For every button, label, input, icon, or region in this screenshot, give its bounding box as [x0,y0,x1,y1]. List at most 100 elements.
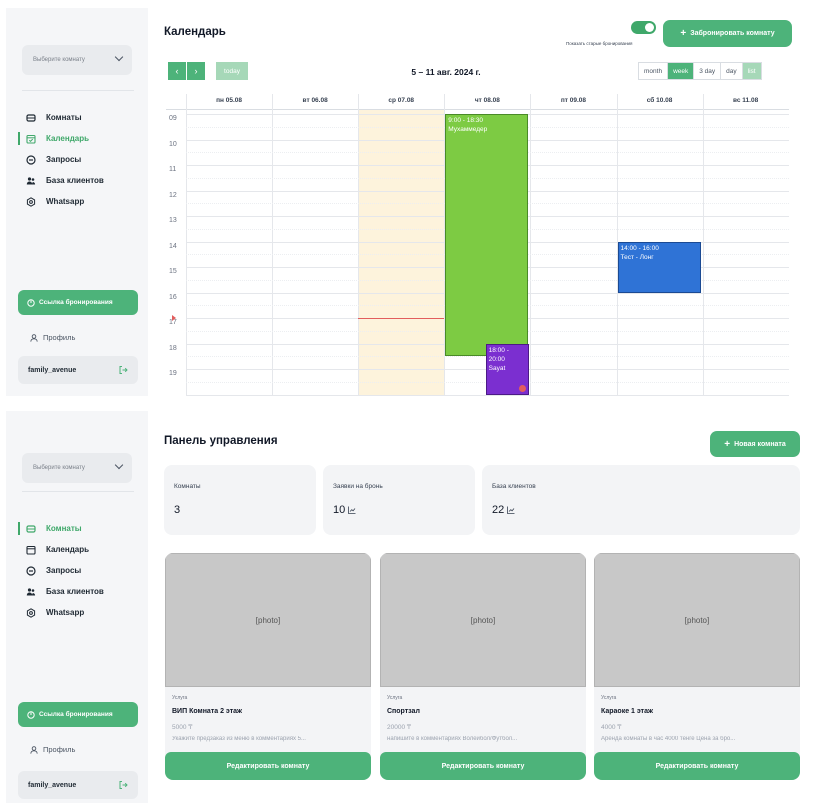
user-icon [30,333,38,342]
sidebar-item-label: Запросы [46,155,82,164]
sidebar-item-label: Календарь [46,545,90,554]
day-header: вт 06.08 [302,97,328,104]
view-3day-button[interactable]: 3 day [694,63,722,79]
sidebar-item-clients[interactable]: База клиентов [6,581,148,602]
dashboard-screen: Выберите комнату Комнаты Календарь Запро… [6,411,810,803]
sidebar-item-whatsapp[interactable]: Whatsapp [6,602,148,623]
room-kind: Услуга [601,695,617,701]
room-card: [photo] Услуга ВИП Комната 2 этаж 5000 ₸… [165,553,371,780]
divider [22,491,134,492]
calendar-icon [26,545,36,555]
hour-label: 19 [169,370,177,377]
view-switcher: month week 3 day day list [638,62,762,80]
calendar-event[interactable]: 14:00 - 16:00 Тест - Лонг [617,241,701,293]
chevron-down-icon [114,460,124,470]
trend-chart-icon [348,506,356,514]
sidebar-item-requests[interactable]: Запросы [6,149,148,170]
hour-label: 09 [169,115,177,122]
user-box: family_avenue [18,771,138,799]
logout-icon[interactable] [118,365,128,375]
edit-room-button[interactable]: Редактировать комнату [594,752,800,780]
room-select-placeholder: Выберите комнату [33,57,85,63]
today-button[interactable]: today [216,62,248,80]
chevron-left-icon: ‹ [175,66,179,76]
profile-link[interactable]: Профиль [30,333,75,342]
sidebar-item-calendar[interactable]: Календарь [6,539,148,560]
book-room-label: Забронировать комнату [690,30,775,37]
room-name: Спортзал [387,708,420,715]
day-header: вс 11.08 [733,97,759,104]
sidebar-item-rooms[interactable]: Комнаты [6,107,148,128]
booking-link-button[interactable]: Ссылка бронирования [18,702,138,727]
link-icon [27,298,35,307]
day-header: ср 07.08 [388,97,415,104]
sidebar-item-calendar[interactable]: Календарь [6,128,148,149]
event-status-dot [518,384,526,392]
trend-chart-icon [507,506,515,514]
room-photo: [photo] [594,553,800,687]
calendar-event[interactable]: 9:00 - 18:30 Мухаммедер [445,114,529,357]
room-price: 4000 ₸ [601,724,622,731]
room-price: 20000 ₸ [387,724,412,731]
booking-link-button[interactable]: Ссылка бронирования [18,290,138,315]
sidebar-nav: Комнаты Календарь Запросы База клиентов … [6,518,148,623]
current-time-arrow [172,315,176,321]
show-old-bookings-toggle[interactable] [631,21,656,34]
week-calendar-grid[interactable]: пн 05.08 вт 06.08 ср 07.08 чт 08.08 пт 09.08… [166,94,789,396]
stat-value: 10 [333,504,346,516]
event-title: Мухаммедер [448,126,488,133]
view-list-button[interactable]: list [742,63,761,79]
username: family_avenue [28,781,77,789]
sidebar-item-rooms[interactable]: Комнаты [6,518,148,539]
view-week-button[interactable]: week [668,63,695,79]
day-header: пт 09.08 [560,97,587,104]
event-time: 18:00 - 20:00 [488,346,509,363]
hour-label: 13 [169,217,177,224]
edit-room-button[interactable]: Редактировать комнату [380,752,586,780]
calendar-event[interactable]: 18:00 - 20:00 Sayat [485,343,529,395]
chevron-down-icon [114,52,124,62]
sidebar-item-whatsapp[interactable]: Whatsapp [6,191,148,212]
hour-gridline [186,394,789,396]
day-header: сб 10.08 [646,97,673,104]
edit-room-button[interactable]: Редактировать комнату [165,752,371,780]
whatsapp-icon [26,607,36,618]
date-range: 5 – 11 авг. 2024 г. [411,67,481,77]
new-room-button[interactable]: + Новая комната [710,431,800,457]
sidebar-item-clients[interactable]: База клиентов [6,170,148,191]
view-day-button[interactable]: day [721,63,743,79]
day-header: пн 05.08 [216,97,243,104]
day-header-row: пн 05.08 вт 06.08 ср 07.08 чт 08.08 пт 09.08… [166,94,789,110]
stat-value: 3 [174,504,181,516]
calendar-icon [26,134,36,144]
logout-icon[interactable] [118,780,128,790]
hour-label: 16 [169,293,177,301]
user-box: family_avenue [18,356,138,384]
sidebar-item-label: Whatsapp [46,197,85,206]
plus-icon: + [680,28,687,39]
profile-label: Профиль [43,745,76,754]
sidebar-item-requests[interactable]: Запросы [6,560,148,581]
view-month-button[interactable]: month [639,63,669,79]
event-title: Sayat [488,364,506,372]
clients-icon [26,176,36,186]
stat-label: Комнаты [174,483,201,490]
profile-link[interactable]: Профиль [30,745,75,754]
next-week-button[interactable]: › [187,62,205,80]
hour-label: 11 [169,166,177,173]
room-select[interactable]: Выберите комнату [22,45,132,75]
room-select[interactable]: Выберите комнату [22,453,132,483]
prev-week-button[interactable]: ‹ [168,62,186,80]
stat-card-clients: База клиентов 22 [482,465,800,535]
room-description: Аренда комнаты в час 4000 тенге Цена за … [601,736,736,742]
divider [22,90,134,91]
event-title: Тест - Лонг [620,253,654,261]
sidebar-item-label: Комнаты [46,524,82,533]
sidebar-item-label: Whatsapp [46,608,85,617]
booking-link-label: Ссылка бронирования [39,711,113,718]
rooms-icon [26,113,36,123]
book-room-button[interactable]: + Забронировать комнату [663,20,792,47]
room-card: [photo] Услуга Спортзал 20000 ₸ напишите… [380,553,586,780]
requests-icon [26,154,36,165]
booking-link-label: Ссылка бронирования [39,299,113,306]
